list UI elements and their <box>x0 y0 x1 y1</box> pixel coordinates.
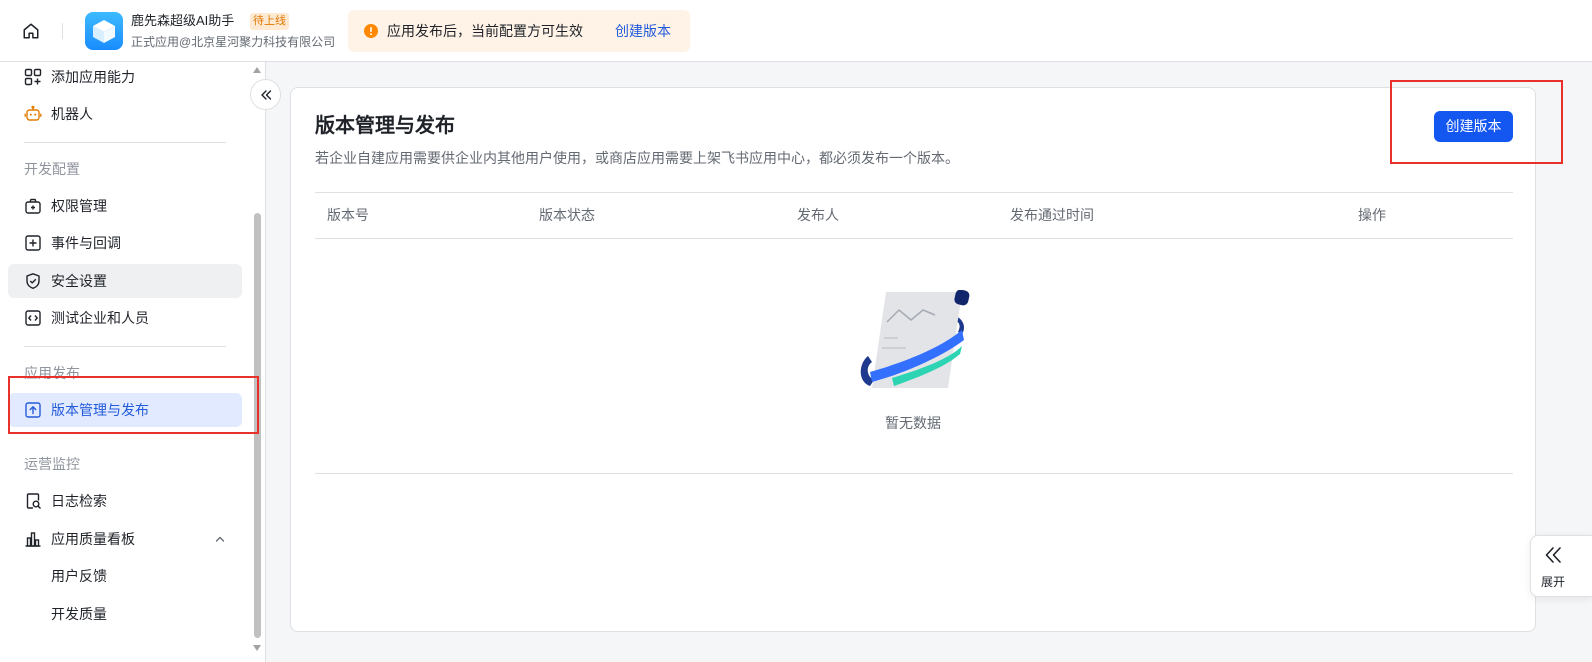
version-management-card: 版本管理与发布 若企业自建应用需要供企业内其他用户使用，或商店应用需要上架飞书应… <box>290 87 1536 632</box>
sidebar-collapse-button[interactable] <box>250 79 281 110</box>
sidebar-item-log-search[interactable]: 日志检索 <box>8 484 242 518</box>
sidebar-divider <box>24 346 226 347</box>
robot-icon <box>24 105 42 123</box>
sidebar-item-version-management[interactable]: 版本管理与发布 <box>8 393 242 427</box>
column-header-status: 版本状态 <box>539 207 595 223</box>
column-header-actions: 操作 <box>1358 207 1386 223</box>
sidebar-item-events[interactable]: 事件与回调 <box>8 226 242 260</box>
sidebar-item-label: 开发质量 <box>51 606 107 622</box>
section-title-operations: 运营监控 <box>24 456 80 472</box>
empty-state-illustration <box>858 290 970 388</box>
page-description: 若企业自建应用需要供企业内其他用户使用，或商店应用需要上架飞书应用中心，都必须发… <box>315 150 959 166</box>
section-title-app-release: 应用发布 <box>24 365 80 381</box>
sidebar-item-user-feedback[interactable]: 用户反馈 <box>8 559 242 593</box>
code-icon <box>24 309 42 327</box>
sidebar-item-label: 用户反馈 <box>51 568 107 584</box>
column-header-approved-time: 发布通过时间 <box>1010 207 1094 223</box>
log-search-icon <box>24 492 42 510</box>
sidebar-item-label: 事件与回调 <box>51 235 121 251</box>
section-title-dev-config: 开发配置 <box>24 161 80 177</box>
sidebar-divider <box>24 142 226 143</box>
sidebar-item-label: 权限管理 <box>51 198 107 214</box>
expand-panel-button[interactable]: 展开 <box>1530 535 1592 597</box>
sidebar-item-permissions[interactable]: 权限管理 <box>8 189 242 223</box>
warning-icon <box>364 24 378 38</box>
sidebar-item-label: 应用质量看板 <box>51 531 135 547</box>
notice-text: 应用发布后，当前配置方可生效 <box>387 23 583 39</box>
page-title: 版本管理与发布 <box>315 115 455 137</box>
sidebar: 添加应用能力 机器人 开发配置 权限管理 事件与回调 安全设置 测试企业和人员 … <box>0 62 266 662</box>
home-icon[interactable] <box>22 22 40 40</box>
sidebar-item-dev-quality[interactable]: 开发质量 <box>8 597 242 631</box>
upload-icon <box>24 401 42 419</box>
scroll-thumb[interactable] <box>254 213 261 638</box>
event-icon <box>24 234 42 252</box>
chevron-up-icon[interactable] <box>214 533 226 545</box>
notice-banner: 应用发布后，当前配置方可生效 创建版本 <box>348 10 690 52</box>
sidebar-item-label: 日志检索 <box>51 493 107 509</box>
status-badge: 待上线 <box>250 13 289 30</box>
column-header-publisher: 发布人 <box>797 207 839 223</box>
table-header: 版本号 版本状态 发布人 发布通过时间 操作 <box>315 192 1513 239</box>
scroll-down-arrow-icon[interactable] <box>253 645 261 651</box>
sidebar-item-label: 添加应用能力 <box>51 69 135 85</box>
column-header-version: 版本号 <box>327 207 369 223</box>
double-chevron-left-icon <box>1543 545 1563 565</box>
sidebar-item-security[interactable]: 安全设置 <box>8 264 242 298</box>
sidebar-item-label: 安全设置 <box>51 273 107 289</box>
create-version-link[interactable]: 创建版本 <box>615 10 671 52</box>
sidebar-scrollbar[interactable] <box>252 62 262 662</box>
sidebar-item-test-tenants[interactable]: 测试企业和人员 <box>8 301 242 335</box>
expand-label: 展开 <box>1541 575 1566 589</box>
table-bottom-border <box>315 473 1513 474</box>
sidebar-item-label: 机器人 <box>51 106 93 122</box>
header-divider <box>62 23 63 39</box>
shield-check-icon <box>24 272 42 290</box>
sidebar-item-quality-dashboard[interactable]: 应用质量看板 <box>8 522 242 556</box>
sidebar-item-label: 测试企业和人员 <box>51 310 149 326</box>
app-name: 鹿先森超级AI助手 <box>131 13 235 28</box>
sidebar-item-label: 版本管理与发布 <box>51 402 149 418</box>
top-bar: 鹿先森超级AI助手 待上线 正式应用@北京星河聚力科技有限公司 应用发布后，当前… <box>0 0 1592 62</box>
cube-icon <box>85 12 123 50</box>
bar-chart-icon <box>24 530 42 548</box>
grid-plus-icon <box>24 68 42 86</box>
empty-state-text: 暂无数据 <box>885 415 941 431</box>
app-subtitle: 正式应用@北京星河聚力科技有限公司 <box>131 35 336 49</box>
sidebar-item-add-capability[interactable]: 添加应用能力 <box>8 62 242 94</box>
sidebar-item-robot[interactable]: 机器人 <box>8 97 242 131</box>
scroll-up-arrow-icon[interactable] <box>253 67 261 73</box>
create-version-button[interactable]: 创建版本 <box>1434 111 1513 142</box>
briefcase-icon <box>24 197 42 215</box>
